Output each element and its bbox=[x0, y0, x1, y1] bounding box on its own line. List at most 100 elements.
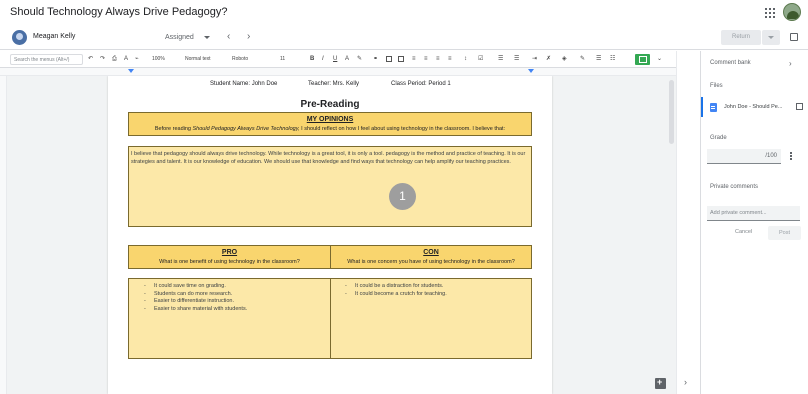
line-spacing-icon[interactable]: ↕ bbox=[464, 55, 467, 64]
post-button[interactable]: Post bbox=[768, 226, 801, 240]
student-avatar bbox=[12, 30, 27, 45]
comment-icon[interactable] bbox=[386, 56, 392, 62]
teacher-line: Teacher: Mrs. Kelly bbox=[308, 81, 360, 87]
document-title: Should Technology Always Drive Pedagogy? bbox=[10, 6, 228, 18]
list-item[interactable]: It could be a distraction for students. bbox=[345, 283, 447, 291]
italic-icon[interactable]: I bbox=[322, 55, 324, 64]
bold-icon[interactable]: B bbox=[310, 55, 314, 64]
opinions-title: MY OPINIONS bbox=[306, 116, 354, 123]
comment-count-badge: 1 bbox=[389, 183, 416, 210]
comment-bank-label[interactable]: Comment bank bbox=[710, 60, 751, 66]
con-prompt: What is one concern you have of using te… bbox=[347, 259, 515, 265]
chevron-down-icon bbox=[204, 36, 210, 39]
side-panel-divider bbox=[676, 51, 700, 394]
menu-search-input[interactable]: Search the menus (Alt+/) bbox=[10, 54, 83, 65]
student-bar: Meagan Kelly Assigned ‹ › bbox=[0, 26, 808, 50]
underline-icon[interactable]: U bbox=[333, 55, 337, 64]
chevron-down-icon[interactable]: ⌄ bbox=[657, 55, 662, 64]
redo-icon[interactable]: ↷ bbox=[100, 55, 105, 64]
open-in-new-icon[interactable] bbox=[796, 103, 803, 110]
editor-toolbar: Search the menus (Alt+/) ↶ ↷ ⎙ A ⌁ 100% … bbox=[0, 51, 700, 68]
private-comment-input[interactable]: Add private comment... bbox=[707, 206, 800, 221]
document-page[interactable]: Student Name: John Doe Teacher: Mrs. Kel… bbox=[108, 76, 552, 394]
return-button[interactable]: Return bbox=[721, 30, 761, 45]
doc-file-icon bbox=[710, 103, 717, 112]
numbered-list-icon[interactable]: ☰ bbox=[514, 55, 519, 64]
more-options-icon[interactable] bbox=[790, 152, 792, 154]
indent-icon[interactable]: ⇥ bbox=[532, 55, 537, 64]
con-list: It could be a distraction for students. … bbox=[345, 283, 447, 298]
fill-color-icon[interactable]: ◈ bbox=[562, 55, 567, 64]
left-indent-marker[interactable] bbox=[128, 69, 134, 73]
account-avatar[interactable] bbox=[783, 3, 801, 21]
horizontal-ruler[interactable] bbox=[0, 68, 676, 76]
status-label: Assigned bbox=[165, 34, 194, 41]
list-item[interactable]: It could save time on grading. bbox=[144, 283, 247, 291]
student-name[interactable]: Meagan Kelly bbox=[33, 33, 75, 40]
align-right-icon[interactable]: ≡ bbox=[436, 55, 440, 64]
con-header: CON What is one concern you have of usin… bbox=[330, 245, 532, 269]
font-select[interactable]: Roboto bbox=[232, 55, 248, 64]
list-item[interactable]: Easier to differentiate instruction. bbox=[144, 298, 247, 306]
vertical-ruler bbox=[0, 76, 7, 394]
align-left-icon[interactable]: ≡ bbox=[412, 55, 416, 64]
highlight-icon[interactable]: ✎ bbox=[357, 55, 362, 64]
add-comment-icon[interactable] bbox=[655, 377, 666, 389]
link-icon[interactable]: ⚭ bbox=[373, 55, 378, 64]
grade-input[interactable]: /100 bbox=[707, 149, 781, 164]
text-color-icon[interactable]: A bbox=[345, 55, 349, 64]
document-heading: Pre-Reading bbox=[300, 99, 360, 110]
con-title: CON bbox=[423, 249, 439, 256]
justify-icon[interactable]: ≡ bbox=[448, 55, 452, 64]
style-select[interactable]: Normal text bbox=[185, 55, 211, 64]
chevron-right-icon[interactable]: › bbox=[789, 59, 792, 68]
list-item[interactable]: It could become a crutch for teaching. bbox=[345, 291, 447, 299]
align-center-icon[interactable]: ≡ bbox=[424, 55, 428, 64]
return-options-button[interactable] bbox=[762, 30, 780, 45]
previous-student-button[interactable]: ‹ bbox=[227, 31, 230, 42]
next-student-button[interactable]: › bbox=[247, 31, 250, 42]
private-comments-label: Private comments bbox=[710, 184, 759, 190]
opinions-header: MY OPINIONS Before reading Should Pedago… bbox=[128, 112, 532, 136]
opinions-answer[interactable]: I believe that pedagogy should always dr… bbox=[131, 150, 529, 166]
pro-title: PRO bbox=[221, 249, 238, 256]
pro-prompt: What is one benefit of using technology … bbox=[159, 259, 300, 265]
feedback-icon[interactable] bbox=[790, 33, 798, 41]
document-scrollbar[interactable] bbox=[669, 80, 674, 144]
opinions-prompt: Before reading Should Pedagogy Always Dr… bbox=[154, 126, 506, 132]
clear-format-icon[interactable]: ✗ bbox=[546, 55, 551, 64]
spellcheck-icon[interactable]: A bbox=[124, 55, 128, 64]
paint-format-icon[interactable]: ⌁ bbox=[135, 55, 139, 64]
student-name-line: Student Name: John Doe bbox=[210, 81, 278, 87]
border-color-icon[interactable]: ✎ bbox=[580, 55, 585, 64]
grade-label: Grade bbox=[710, 135, 727, 141]
right-indent-marker[interactable] bbox=[528, 69, 534, 73]
list-item[interactable]: Easier to share material with students. bbox=[144, 306, 247, 314]
con-answer-box[interactable]: It could be a distraction for students. … bbox=[330, 278, 532, 359]
status-dropdown[interactable]: Assigned bbox=[160, 32, 212, 44]
files-label: Files bbox=[710, 83, 723, 89]
image-icon[interactable] bbox=[398, 56, 404, 62]
font-size-select[interactable]: 11 bbox=[280, 55, 285, 64]
opinions-answer-box[interactable]: I believe that pedagogy should always dr… bbox=[128, 146, 532, 227]
file-name[interactable]: John Doe - Should Pe... bbox=[724, 104, 782, 110]
border-width-icon[interactable]: ☰ bbox=[596, 55, 601, 64]
checklist-icon[interactable]: ☑ bbox=[478, 55, 483, 64]
border-dash-icon[interactable]: ☷ bbox=[610, 55, 615, 64]
pro-list: It could save time on grading. Students … bbox=[144, 283, 247, 313]
undo-icon[interactable]: ↶ bbox=[88, 55, 93, 64]
pro-answer-box[interactable]: It could save time on grading. Students … bbox=[128, 278, 331, 359]
editing-mode-icon[interactable] bbox=[635, 54, 650, 65]
apps-grid-icon[interactable] bbox=[765, 8, 775, 18]
top-bar: Should Technology Always Drive Pedagogy? bbox=[0, 0, 808, 26]
bullet-list-icon[interactable]: ☰ bbox=[498, 55, 503, 64]
list-item[interactable]: Students can do more research. bbox=[144, 291, 247, 299]
attached-file[interactable]: John Doe - Should Pe... bbox=[701, 97, 808, 117]
pro-header: PRO What is one benefit of using technol… bbox=[128, 245, 331, 269]
document-canvas: Student Name: John Doe Teacher: Mrs. Kel… bbox=[0, 76, 676, 394]
print-icon[interactable]: ⎙ bbox=[112, 55, 117, 64]
cancel-button[interactable]: Cancel bbox=[735, 229, 752, 235]
chevron-right-icon[interactable]: › bbox=[684, 377, 687, 387]
class-period-line: Class Period: Period 1 bbox=[391, 81, 451, 87]
zoom-select[interactable]: 100% bbox=[152, 55, 165, 64]
